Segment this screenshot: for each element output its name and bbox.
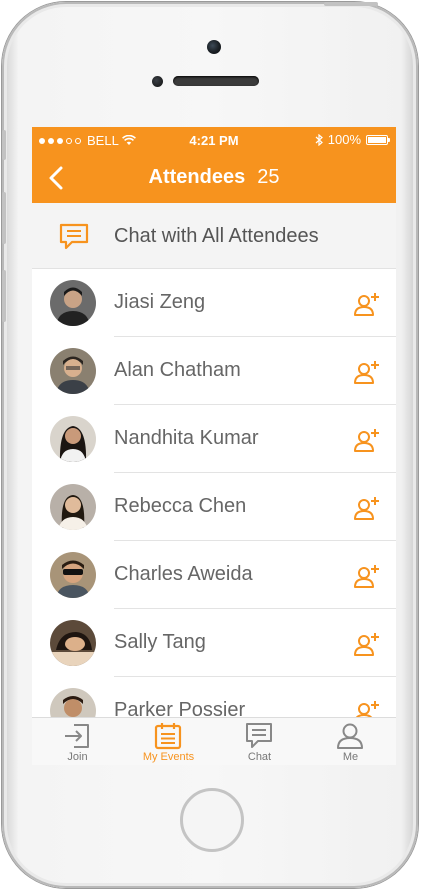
mute-switch [2, 130, 6, 160]
attendee-row[interactable]: Jiasi Zeng [32, 269, 396, 337]
tab-me[interactable]: Me [305, 718, 396, 765]
app-screen: BELL 4:21 PM 100% Attendees 25 Chat with… [32, 127, 396, 765]
avatar [50, 552, 96, 598]
home-button[interactable] [180, 788, 244, 852]
tab-join[interactable]: Join [32, 718, 123, 765]
tab-bar: Join My Events Chat Me [32, 717, 396, 765]
page-title-text: Attendees [148, 166, 246, 188]
chat-bubble-icon [59, 223, 89, 250]
battery-percent: 100% [327, 132, 361, 147]
volume-up-button [2, 192, 6, 244]
tab-label: Join [67, 751, 88, 763]
battery-level [368, 136, 386, 143]
avatar [50, 416, 96, 462]
bluetooth-icon [315, 133, 323, 146]
attendee-name: Nandhita Kumar [114, 427, 259, 449]
front-camera [207, 40, 221, 54]
attendee-row[interactable]: Nandhita Kumar [32, 405, 396, 473]
avatar [50, 348, 96, 394]
person-icon [337, 723, 363, 749]
attendee-count: 25 [257, 166, 280, 188]
tab-my-events[interactable]: My Events [123, 718, 214, 765]
status-bar: BELL 4:21 PM 100% [32, 127, 396, 153]
attendee-name: Alan Chatham [114, 359, 241, 381]
avatar [50, 688, 96, 717]
join-icon [65, 724, 89, 748]
chat-all-attendees-button[interactable]: Chat with All Attendees [32, 203, 396, 269]
page-title: Attendees 25 [32, 166, 396, 189]
attendee-row[interactable]: Charles Aweida [32, 541, 396, 609]
volume-down-button [2, 270, 6, 322]
chat-icon [246, 723, 272, 748]
add-friend-icon[interactable] [352, 562, 382, 590]
proximity-sensor [152, 76, 163, 87]
add-friend-icon[interactable] [352, 698, 382, 717]
navigation-bar: Attendees 25 [32, 153, 396, 203]
tab-label: Me [342, 751, 359, 763]
add-friend-icon[interactable] [352, 630, 382, 658]
add-friend-icon[interactable] [352, 494, 382, 522]
attendee-name: Jiasi Zeng [114, 291, 206, 313]
calendar-icon [154, 723, 182, 750]
add-friend-icon[interactable] [352, 358, 382, 386]
attendee-list: Chat with All Attendees Jiasi Zeng Alan … [32, 203, 396, 717]
earpiece-speaker [173, 76, 259, 86]
tab-label: My Events [142, 751, 195, 763]
attendee-row[interactable]: Sally Tang [32, 609, 396, 677]
tab-label: Chat [247, 751, 272, 763]
add-friend-icon[interactable] [352, 426, 382, 454]
attendee-name: Parker Possier [114, 699, 246, 717]
avatar [50, 280, 96, 326]
tab-chat[interactable]: Chat [214, 718, 305, 765]
avatar [50, 484, 96, 530]
power-button [324, 2, 378, 6]
attendee-row[interactable]: Rebecca Chen [32, 473, 396, 541]
attendee-name: Charles Aweida [114, 563, 253, 585]
avatar [50, 620, 96, 666]
attendee-name: Sally Tang [114, 631, 206, 653]
attendee-row[interactable]: Alan Chatham [32, 337, 396, 405]
attendee-row[interactable]: Parker Possier [32, 677, 396, 717]
chat-all-label: Chat with All Attendees [114, 225, 319, 247]
add-friend-icon[interactable] [352, 290, 382, 318]
attendee-name: Rebecca Chen [114, 495, 247, 517]
battery-icon [366, 134, 390, 145]
